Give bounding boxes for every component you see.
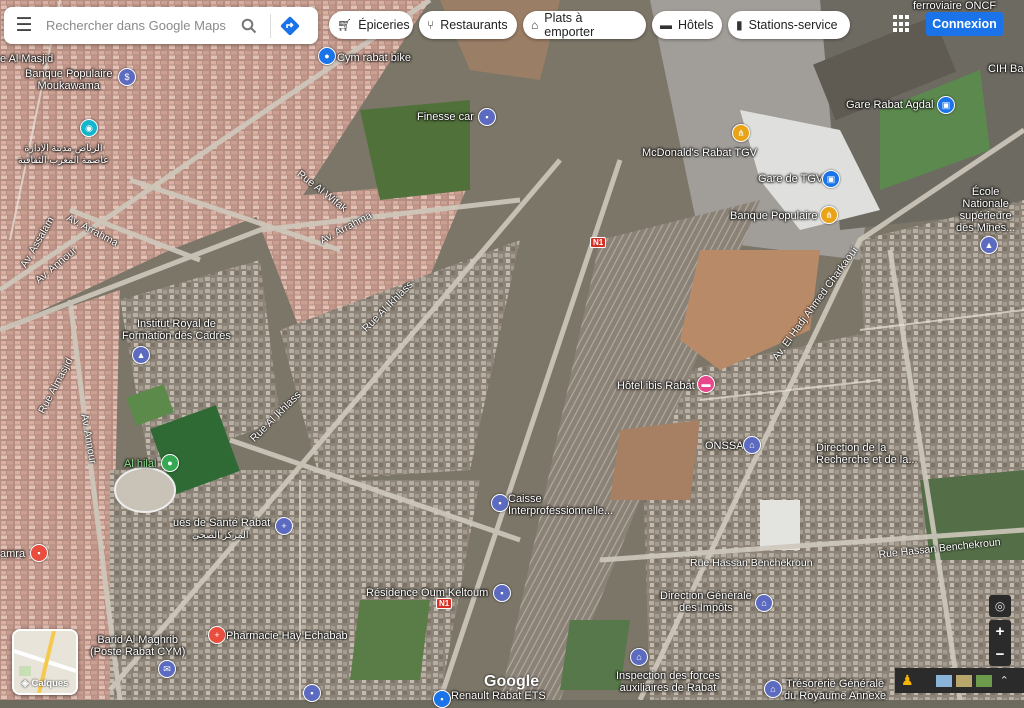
fuel-icon: ▮ <box>736 18 743 32</box>
search-box: ☰ <box>4 7 318 44</box>
restaurant-pin-icon[interactable]: ⋔ <box>820 206 838 224</box>
car-pin-icon[interactable]: ▪ <box>433 690 451 708</box>
post-pin-icon[interactable]: ✉ <box>158 660 176 678</box>
takeout-icon: ⌂ <box>531 18 539 32</box>
zoom-out-button[interactable]: − <box>989 643 1011 666</box>
hotel-pin-icon[interactable]: ▬ <box>697 375 715 393</box>
place-label[interactable]: Hôtel ibis Rabat <box>617 380 695 392</box>
login-button[interactable]: Connexion <box>926 12 1003 36</box>
my-location-icon[interactable]: ◎ <box>989 595 1011 617</box>
chip-label: Stations-service <box>748 18 838 32</box>
search-icon[interactable] <box>234 11 264 41</box>
place-label[interactable]: Banque Populaire Moukawama <box>25 68 112 92</box>
google-logo: Google <box>484 673 540 690</box>
place-label[interactable]: الرياض مدينة الإدارة عاصمة المغرب الثقاف… <box>18 143 109 167</box>
chip-label: Hôtels <box>678 18 714 32</box>
office-pin-icon[interactable]: ▪ <box>491 494 509 512</box>
place-label[interactable]: Renault Rabat ETS <box>451 690 546 702</box>
divider <box>270 13 271 38</box>
chip-takeout[interactable]: ⌂ Plats à emporter <box>523 11 646 39</box>
pharmacy-pin-icon[interactable]: + <box>208 626 226 644</box>
layers-text: Calques <box>31 678 69 689</box>
school-pin-icon[interactable]: ▲ <box>980 236 998 254</box>
place-label[interactable]: Barid Al Maghrib (Poste Rabat CYM) <box>90 634 185 658</box>
expand-icon[interactable]: ⌃ <box>1000 674 1009 687</box>
menu-icon[interactable]: ☰ <box>4 7 44 44</box>
chip-groceries[interactable]: 🛒︎ Épiceries <box>329 11 413 39</box>
hospital-pin-icon[interactable]: + <box>275 517 293 535</box>
place-label[interactable]: Gare Rabat Agdal <box>846 99 933 111</box>
place-pin-icon[interactable]: ▪ <box>493 584 511 602</box>
route-shield: N1 <box>590 237 607 248</box>
train-pin-icon[interactable]: ▣ <box>822 170 840 188</box>
chip-gas-stations[interactable]: ▮ Stations-service <box>728 11 850 39</box>
cart-icon: 🛒︎ <box>337 18 353 32</box>
layers-label: ◈ Calques <box>14 678 76 689</box>
government-pin-icon[interactable]: ⌂ <box>743 436 761 454</box>
place-label[interactable]: Gare de TGV <box>758 173 823 185</box>
place-label[interactable]: e Al Masjid <box>0 53 53 65</box>
place-label[interactable]: ues de Santé Rabat <box>173 517 270 529</box>
place-label[interactable]: Direction Générale des Impôts <box>660 590 752 614</box>
government-pin-icon[interactable]: ⌂ <box>630 648 648 666</box>
road-label: Rue Hassan Benchekroun <box>690 557 813 569</box>
place-label[interactable]: Al hilal <box>124 458 156 470</box>
zoom-in-button[interactable]: + <box>989 620 1011 643</box>
route-shield: N1 <box>436 598 453 609</box>
place-label[interactable]: Trésorerie Générale du Royaume Annexe <box>784 678 886 702</box>
place-label[interactable]: ferroviaire ONCF <box>913 0 996 12</box>
place-label[interactable]: McDonald's Rabat TGV <box>642 147 757 159</box>
place-label[interactable]: Banque Populaire <box>730 210 817 222</box>
place-label[interactable]: ONSSA <box>705 440 744 452</box>
camera-pin-icon[interactable]: ◉ <box>80 119 98 137</box>
car-pin-icon[interactable]: ▪ <box>478 108 496 126</box>
imagery-thumbnail-icon[interactable] <box>975 674 992 687</box>
chip-restaurants[interactable]: ⑂ Restaurants <box>419 11 517 39</box>
layers-button[interactable]: ◈ Calques <box>12 629 78 695</box>
zoom-control: + − <box>989 620 1011 666</box>
chip-label: Plats à emporter <box>544 11 595 39</box>
place-label[interactable]: Direction de la Recherche et de la... <box>816 442 918 466</box>
place-label[interactable]: École Nationale supérieure des Mines... <box>956 186 1015 234</box>
place-label[interactable]: Inspection des forces auxiliaires de Rab… <box>616 670 720 694</box>
place-label[interactable]: Finesse car <box>417 111 474 123</box>
imagery-thumbnail-icon[interactable] <box>935 674 952 687</box>
place-label[interactable]: المركز الصحي <box>192 530 249 542</box>
school-pin-icon[interactable]: ▲ <box>132 346 150 364</box>
apps-grid-icon[interactable] <box>893 15 911 33</box>
chip-hotels[interactable]: ▬ Hôtels <box>652 11 722 39</box>
government-pin-icon[interactable]: ⌂ <box>764 680 782 698</box>
place-pin-icon[interactable]: ▪ <box>303 684 321 702</box>
bike-pin-icon[interactable]: ● <box>318 47 336 65</box>
imagery-thumbnail-icon[interactable] <box>955 674 972 687</box>
government-pin-icon[interactable]: ⌂ <box>755 594 773 612</box>
place-label[interactable]: Cym rabat bike <box>337 52 411 64</box>
pegman-icon[interactable]: ♟ <box>901 672 914 689</box>
bed-icon: ▬ <box>660 18 672 32</box>
shop-pin-icon[interactable]: ▪ <box>30 544 48 562</box>
place-label[interactable]: amra <box>0 548 25 560</box>
place-label[interactable]: CIH Ba <box>988 63 1023 75</box>
bottom-toolbar: ♟ ⌃ <box>895 668 1024 693</box>
train-pin-icon[interactable]: ▣ <box>937 96 955 114</box>
place-label[interactable]: Pharmacie Hay Echabab <box>226 630 348 642</box>
place-label[interactable]: Institut Royal de Formation des Cadres <box>122 318 231 342</box>
chip-label: Épiceries <box>358 18 410 32</box>
stadium-pin-icon[interactable]: ● <box>161 454 179 472</box>
layers-icon: ◈ <box>21 678 32 689</box>
restaurant-pin-icon[interactable]: ⋔ <box>732 124 750 142</box>
place-label[interactable]: Résidence Oum Keltoum <box>366 587 488 599</box>
place-label[interactable]: Caisse Interprofessionnelle... <box>508 493 613 517</box>
fork-knife-icon: ⑂ <box>427 18 435 32</box>
directions-icon[interactable] <box>277 13 303 39</box>
chip-label: Restaurants <box>440 18 508 32</box>
bank-pin-icon[interactable]: $ <box>118 68 136 86</box>
search-input[interactable] <box>44 17 234 34</box>
